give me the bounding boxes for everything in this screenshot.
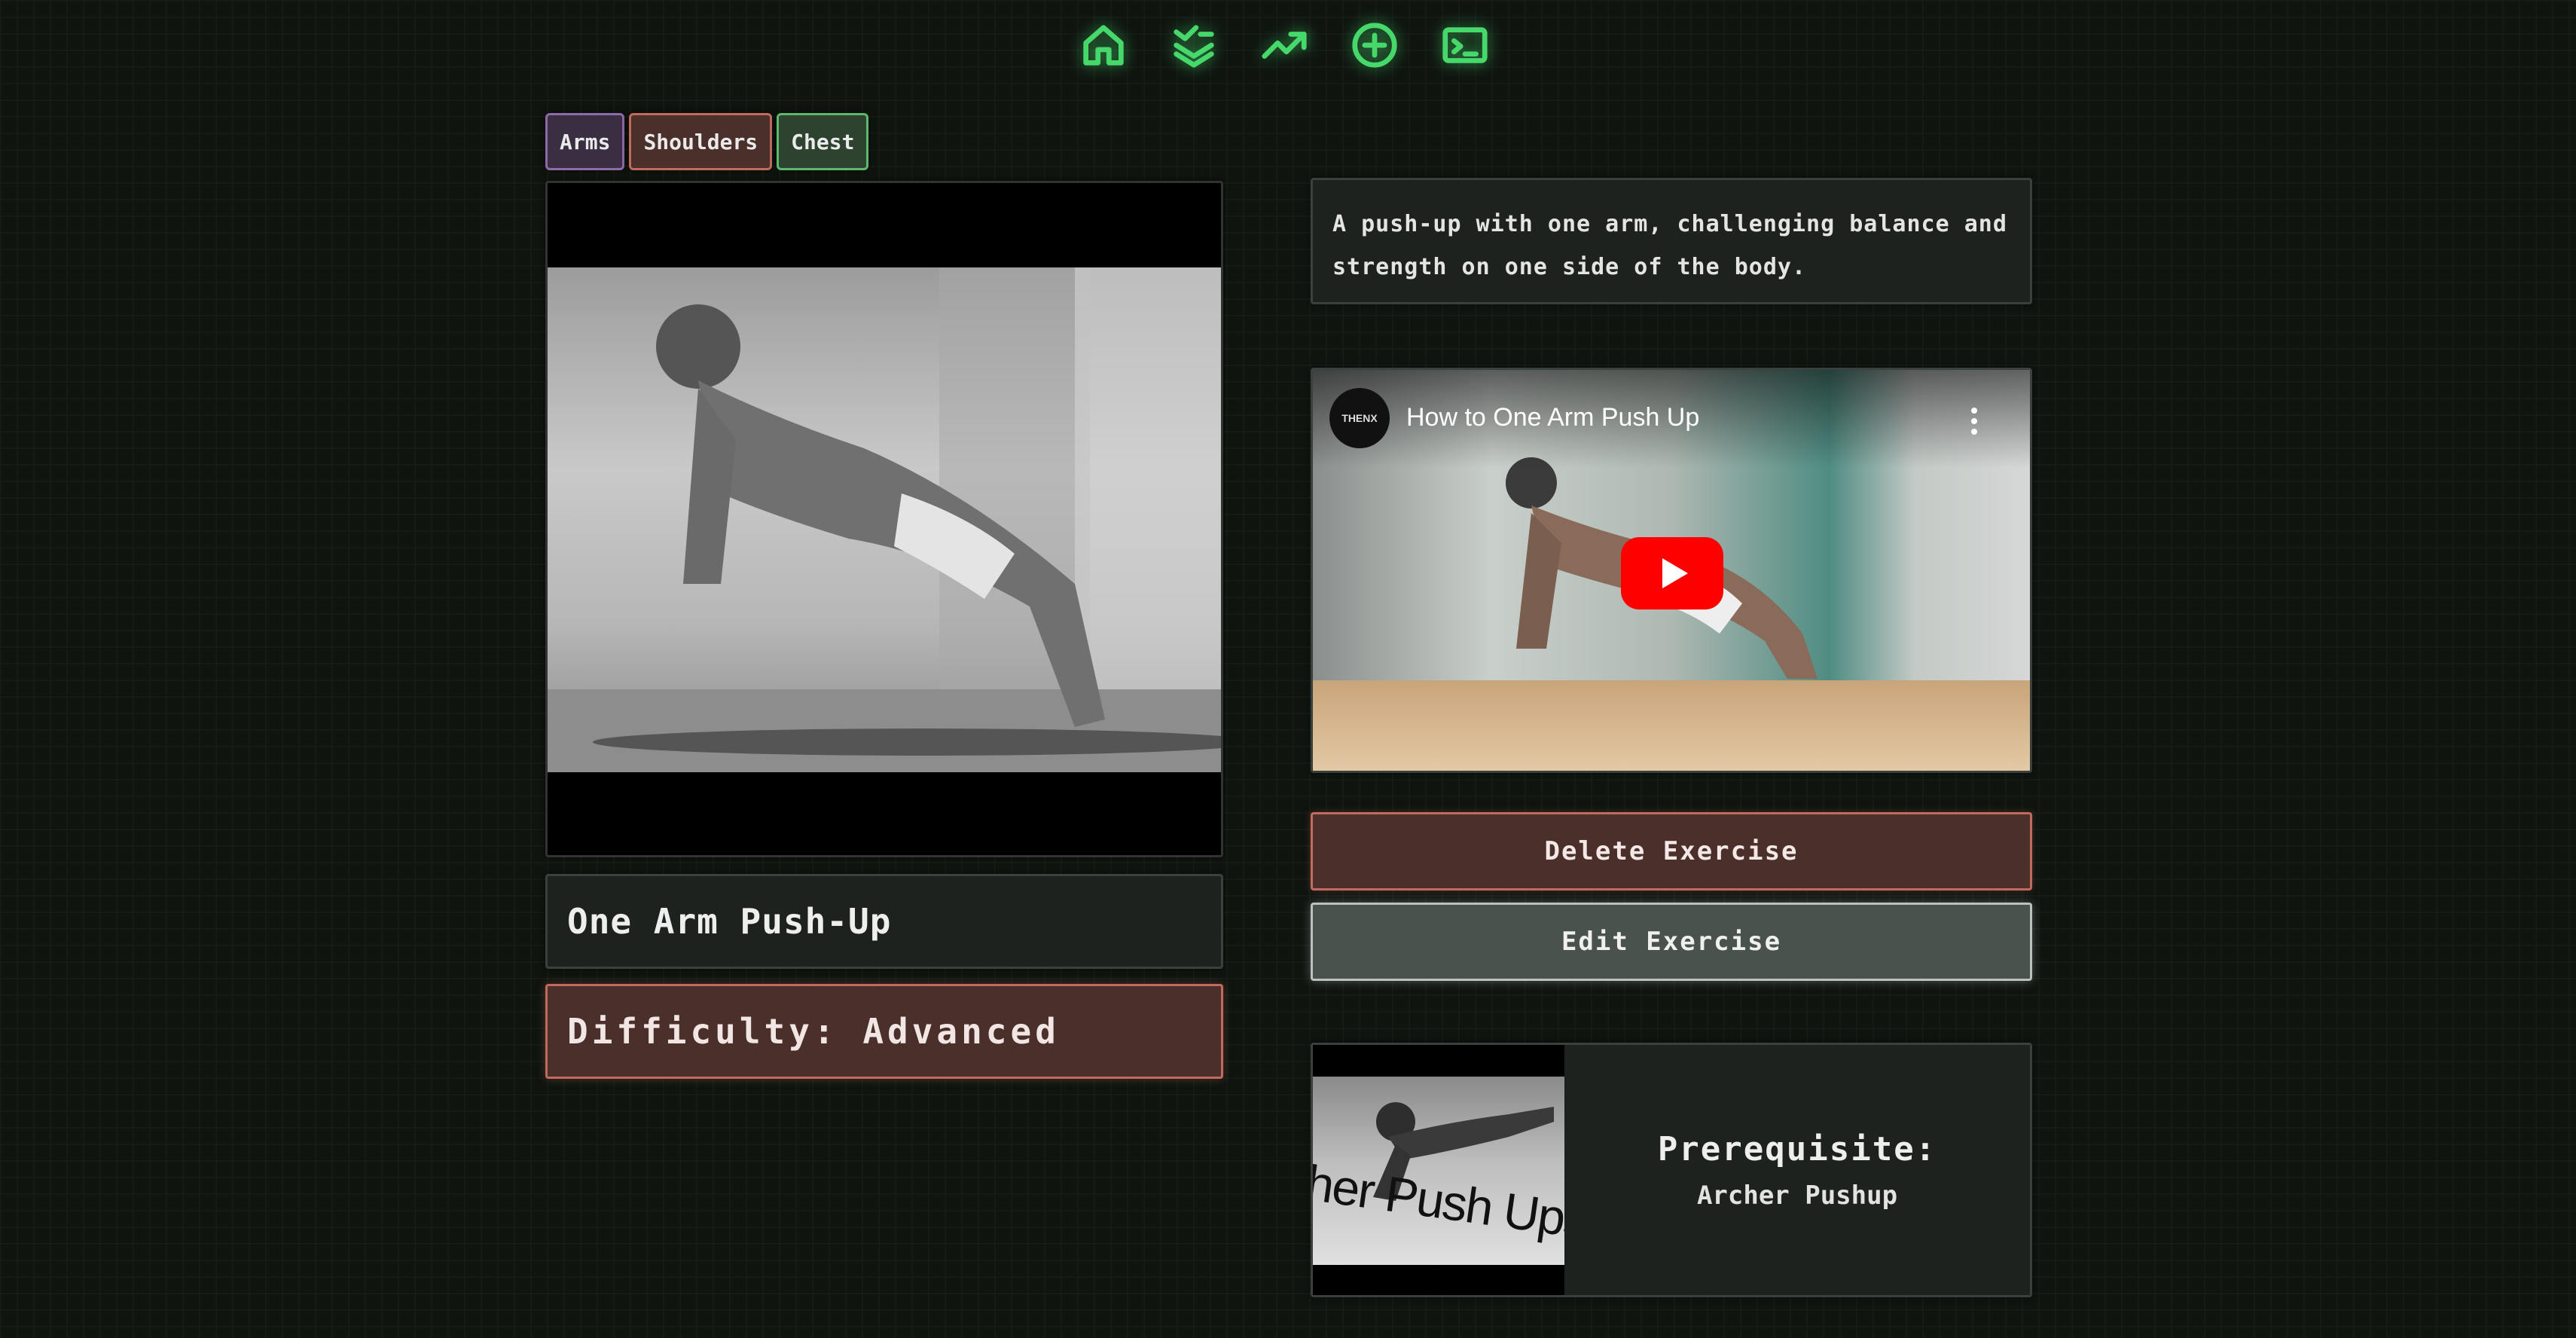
nav-terminal-button[interactable]: [1439, 17, 1491, 74]
person-pushup-illustration: [548, 267, 1221, 772]
prerequisite-text: Prerequisite: Archer Pushup: [1564, 1045, 2030, 1295]
prerequisite-label: Prerequisite:: [1657, 1129, 1937, 1168]
exercise-name-panel: One Arm Push-Up: [545, 874, 1223, 969]
video-embed[interactable]: THENX How to One Arm Push Up: [1311, 368, 2032, 773]
nav-add-button[interactable]: [1348, 17, 1401, 74]
video-floor: [1313, 680, 2030, 771]
video-title[interactable]: How to One Arm Push Up: [1406, 403, 1699, 432]
muscle-tags: Arms Shoulders Chest: [545, 113, 869, 170]
channel-name: THENX: [1341, 412, 1378, 424]
exercise-image: [545, 181, 1223, 857]
nav-home-button[interactable]: [1077, 17, 1130, 74]
tag-chest[interactable]: Chest: [777, 113, 869, 170]
prerequisite-thumbnail: her Push Ups: [1313, 1045, 1564, 1295]
add-circle-icon: [1352, 23, 1397, 68]
prerequisite-card[interactable]: her Push Ups Prerequisite: Archer Pushup: [1311, 1043, 2032, 1297]
delete-exercise-button[interactable]: Delete Exercise: [1311, 812, 2032, 890]
nav-workouts-button[interactable]: [1167, 17, 1220, 74]
exercise-photo: [548, 267, 1221, 772]
exercise-name: One Arm Push-Up: [567, 901, 892, 942]
tag-arms[interactable]: Arms: [545, 113, 625, 170]
prerequisite-name[interactable]: Archer Pushup: [1697, 1181, 1897, 1211]
description-line-2: strength on one side of the body.: [1332, 254, 1807, 280]
difficulty-label: Difficulty: Advanced: [567, 1011, 1060, 1052]
home-icon: [1083, 25, 1124, 66]
description-panel: A push-up with one arm, challenging bala…: [1311, 178, 2032, 304]
top-nav: [1077, 17, 1491, 74]
more-options-icon[interactable]: [1971, 408, 1977, 435]
workout-list-icon: [1174, 25, 1214, 68]
description-line-1: A push-up with one arm, challenging bala…: [1332, 211, 2007, 237]
tag-shoulders[interactable]: Shoulders: [629, 113, 773, 170]
terminal-icon: [1442, 27, 1488, 63]
difficulty-panel: Difficulty: Advanced: [545, 984, 1223, 1079]
nav-progress-button[interactable]: [1258, 17, 1311, 74]
edit-exercise-button[interactable]: Edit Exercise: [1311, 903, 2032, 981]
play-icon[interactable]: [1621, 537, 1723, 609]
exercise-detail-page: Arms Shoulders Chest One Arm Push-Up Dif…: [0, 0, 2576, 1338]
channel-avatar[interactable]: THENX: [1329, 388, 1390, 448]
trending-up-icon: [1262, 32, 1307, 59]
